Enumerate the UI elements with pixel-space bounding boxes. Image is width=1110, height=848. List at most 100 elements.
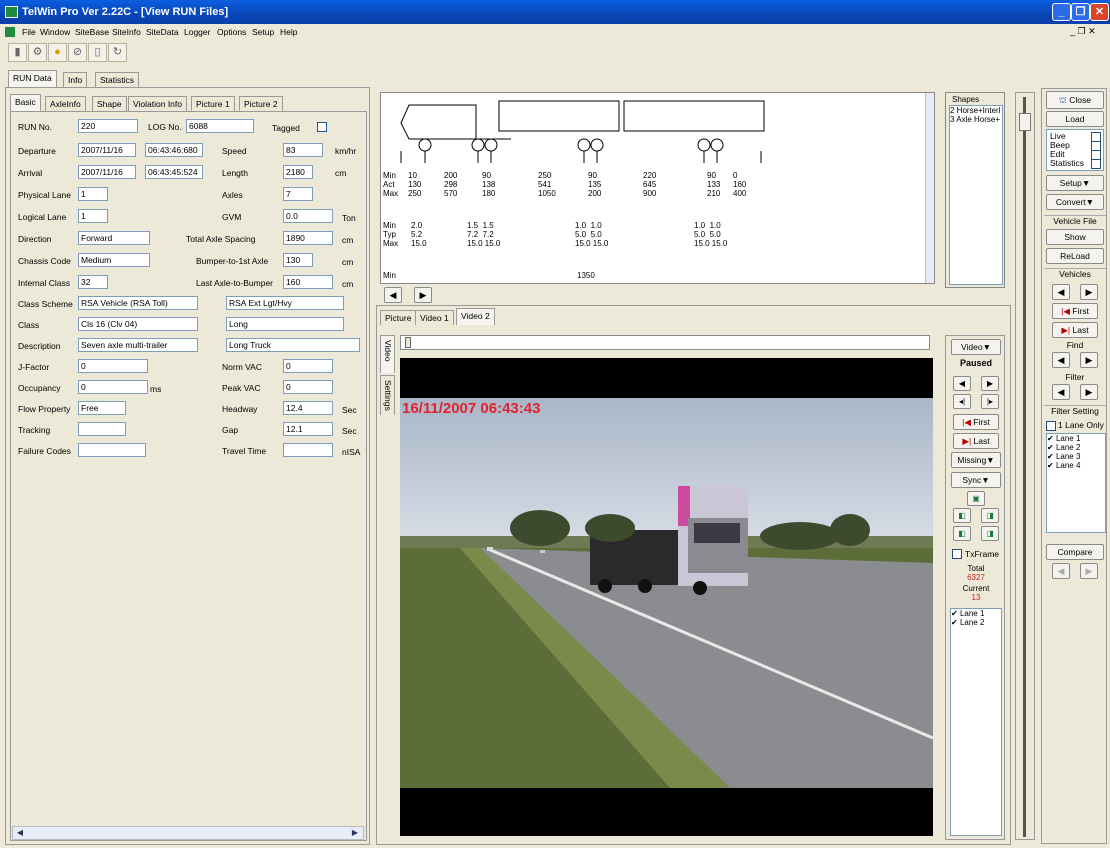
play-forward-button[interactable]: ▶ [981, 376, 999, 391]
diagram-prev-button[interactable]: ◀ [384, 287, 402, 303]
close-button[interactable]: ⛫ Close [1046, 91, 1104, 109]
subtab-picture2[interactable]: Picture 2 [239, 96, 283, 111]
run-no-field[interactable]: 220 [78, 119, 138, 133]
jfactor-field[interactable]: 0 [78, 359, 148, 373]
sidetab-video[interactable]: Video [380, 335, 395, 373]
scroll-right-icon[interactable]: ▶ [349, 828, 361, 838]
sync-right2-icon[interactable]: ◨ [981, 526, 999, 541]
tab-info[interactable]: Info [63, 72, 88, 87]
direction-field[interactable]: Forward [78, 231, 150, 245]
load-button[interactable]: Load [1046, 111, 1104, 127]
departure-date-field[interactable]: 2007/11/16 [78, 143, 136, 157]
filter-lane-4[interactable]: ✔ Lane 4 [1047, 461, 1105, 470]
filter-lane-1[interactable]: ✔ Lane 1 [1047, 434, 1105, 443]
sync-center-icon[interactable]: ▣ [967, 491, 985, 506]
shape-item-1[interactable]: 2 Horse+Interl [950, 106, 1002, 115]
length-field[interactable]: 2180 [283, 165, 313, 179]
filter-next-button[interactable]: ▶ [1080, 384, 1098, 400]
tab-statistics[interactable]: Statistics [95, 72, 140, 87]
gap-field[interactable]: 12.1 [283, 422, 333, 436]
tab-run-data[interactable]: RUN Data [8, 70, 57, 87]
video-last-button[interactable]: ▶| Last [953, 433, 999, 449]
vertical-splitter[interactable] [1015, 92, 1035, 840]
flow-property-field[interactable]: Free [78, 401, 126, 415]
subtab-violation[interactable]: Violation Info [128, 96, 187, 111]
reload-button[interactable]: ReLoad [1046, 248, 1104, 264]
filter-lane-2[interactable]: ✔ Lane 2 [1047, 443, 1105, 452]
maximize-button[interactable]: ❐ [1071, 3, 1090, 21]
headway-field[interactable]: 12.4 [283, 401, 333, 415]
vehicle-first-button[interactable]: |◀ First [1052, 303, 1098, 319]
video-first-button[interactable]: |◀ First [953, 414, 999, 430]
gvm-field[interactable]: 0.0 [283, 209, 333, 223]
menu-sitedata[interactable]: SiteData [146, 27, 179, 37]
shapes-list[interactable]: 2 Horse+Interl 3 Axle Horse+ [949, 105, 1003, 285]
log-no-field[interactable]: 6088 [186, 119, 254, 133]
scroll-left-icon[interactable]: ◀ [14, 828, 26, 838]
subtab-shape[interactable]: Shape [92, 96, 127, 111]
chassis-code-field[interactable]: Medium [78, 253, 150, 267]
sync-left2-icon[interactable]: ◧ [953, 526, 971, 541]
class-scheme-field[interactable]: RSA Vehicle (RSA Toll) [78, 296, 198, 310]
sync-right-icon[interactable]: ◨ [981, 508, 999, 523]
compare-prev-button[interactable]: ◀ [1052, 563, 1070, 579]
subtab-axleinfo[interactable]: AxleInfo [45, 96, 86, 111]
peak-vac-field[interactable]: 0 [283, 380, 333, 394]
filter-prev-button[interactable]: ◀ [1052, 384, 1070, 400]
vehicle-next-button[interactable]: ▶ [1080, 284, 1098, 300]
class-field[interactable]: Cls 16 (Clv 04) [78, 317, 198, 331]
step-back-button[interactable]: ◂| [953, 394, 971, 409]
close-window-button[interactable]: ✕ [1090, 3, 1109, 21]
convert-button[interactable]: Convert▼ [1046, 194, 1104, 210]
total-axle-spacing-field[interactable]: 1890 [283, 231, 333, 245]
refresh-icon[interactable]: ↻ [108, 43, 127, 62]
tracking-field[interactable] [78, 422, 126, 436]
video-menu-button[interactable]: Video▼ [951, 339, 1001, 355]
logical-lane-field[interactable]: 1 [78, 209, 108, 223]
description-2-field[interactable]: Long Truck [226, 338, 360, 352]
physical-lane-field[interactable]: 1 [78, 187, 108, 201]
mdi-controls[interactable]: _ ❐ ✕ [1070, 26, 1096, 37]
filter-lane-3[interactable]: ✔ Lane 3 [1047, 452, 1105, 461]
video-seek-bar[interactable] [400, 335, 930, 350]
find-prev-button[interactable]: ◀ [1052, 352, 1070, 368]
shape-item-2[interactable]: 3 Axle Horse+ [950, 115, 1002, 124]
last-axle-field[interactable]: 160 [283, 275, 333, 289]
internal-class-field[interactable]: 32 [78, 275, 108, 289]
show-button[interactable]: Show [1046, 229, 1104, 245]
menu-sitebase[interactable]: SiteBase [75, 27, 109, 37]
setup-button[interactable]: Setup▼ [1046, 175, 1104, 191]
video-lane-2[interactable]: ✔ Lane 2 [951, 618, 1001, 627]
subtab-basic[interactable]: Basic [10, 94, 41, 111]
diagram-next-button[interactable]: ▶ [414, 287, 432, 303]
find-next-button[interactable]: ▶ [1080, 352, 1098, 368]
tagged-checkbox[interactable] [317, 122, 327, 132]
vehicle-last-button[interactable]: ▶| Last [1052, 322, 1098, 338]
txframe-checkbox[interactable] [952, 549, 962, 559]
splitter-thumb[interactable] [1019, 113, 1031, 131]
bumper-axle-field[interactable]: 130 [283, 253, 313, 267]
missing-button[interactable]: Missing▼ [951, 452, 1001, 468]
compare-next-button[interactable]: ▶ [1080, 563, 1098, 579]
video-lane-1[interactable]: ✔ Lane 1 [951, 609, 1001, 618]
speed-field[interactable]: 83 [283, 143, 323, 157]
compare-button[interactable]: Compare [1046, 544, 1104, 560]
video-lane-list[interactable]: ✔ Lane 1 ✔ Lane 2 [950, 608, 1002, 836]
norm-vac-field[interactable]: 0 [283, 359, 333, 373]
occupancy-field[interactable]: 0 [78, 380, 148, 394]
travel-time-field[interactable] [283, 443, 333, 457]
filter-lane-list[interactable]: ✔ Lane 1 ✔ Lane 2 ✔ Lane 3 ✔ Lane 4 [1046, 433, 1106, 533]
class-scheme-2-field[interactable]: RSA Ext Lgt/Hvy [226, 296, 344, 310]
page-icon[interactable]: ▯ [88, 43, 107, 62]
vehicle-prev-button[interactable]: ◀ [1052, 284, 1070, 300]
sync-button[interactable]: Sync▼ [951, 472, 1001, 488]
menu-options[interactable]: Options [217, 27, 246, 37]
menu-setup[interactable]: Setup [252, 27, 274, 37]
sidetab-settings[interactable]: Settings [380, 375, 395, 415]
seek-thumb[interactable] [405, 337, 411, 348]
minimize-button[interactable]: _ [1052, 3, 1071, 21]
menu-siteinfo[interactable]: SiteInfo [112, 27, 141, 37]
left-h-scrollbar[interactable]: ◀ ▶ [12, 826, 364, 840]
tools-icon[interactable]: ⚙ [28, 43, 47, 62]
tab-video1[interactable]: Video 1 [415, 310, 454, 325]
